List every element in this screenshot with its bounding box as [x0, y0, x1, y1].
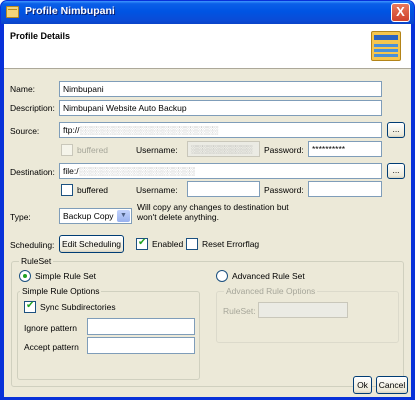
- page-title: Profile Details: [10, 31, 71, 41]
- source-buffered-label: buffered: [77, 145, 109, 155]
- source-username-label: Username:: [136, 145, 178, 155]
- type-description-line2: won't delete anything.: [137, 212, 219, 222]
- advanced-rule-set-radio[interactable]: [216, 270, 228, 282]
- destination-browse-button[interactable]: ...: [387, 163, 405, 179]
- destination-password-label: Password:: [264, 185, 304, 195]
- simple-rule-set-label: Simple Rule Set: [35, 271, 96, 281]
- source-obscured: ░░░░░░░░░░░░░░░░░░░░░░░░░: [79, 125, 219, 135]
- accept-pattern-field[interactable]: [87, 337, 195, 354]
- profile-dialog: Profile Nimbupani X Profile Details Name…: [0, 0, 415, 400]
- reset-errorflag-label: Reset Errorflag: [202, 239, 260, 249]
- source-field[interactable]: ftp://░░░░░░░░░░░░░░░░░░░░░░░░░: [59, 122, 382, 138]
- source-browse-button[interactable]: ...: [387, 122, 405, 138]
- destination-password-field[interactable]: [308, 181, 382, 197]
- type-label: Type:: [10, 212, 31, 222]
- advanced-rule-options-legend: Advanced Rule Options: [224, 286, 318, 296]
- source-password-label: Password:: [264, 145, 304, 155]
- source-value: ftp://: [63, 125, 80, 135]
- destination-username-field[interactable]: [187, 181, 260, 197]
- close-button[interactable]: X: [391, 3, 410, 22]
- cancel-button[interactable]: Cancel: [376, 376, 408, 394]
- type-select-value: Backup Copy: [63, 211, 114, 221]
- destination-buffered-label: buffered: [77, 185, 109, 195]
- accept-pattern-label: Accept pattern: [24, 342, 79, 352]
- source-username-field[interactable]: ░░░░░░░░░░░: [187, 141, 260, 157]
- sync-subdirectories-label: Sync Subdirectories: [40, 302, 116, 312]
- name-label: Name:: [10, 84, 36, 94]
- source-password-field[interactable]: **********: [308, 141, 382, 157]
- destination-field[interactable]: file:/░░░░░░░░░░░░░░░░░░░░░: [59, 163, 382, 179]
- enabled-checkbox[interactable]: [136, 237, 148, 250]
- profile-window-icon: [6, 6, 19, 18]
- chevron-down-icon[interactable]: ▼: [117, 210, 130, 222]
- scheduling-label: Scheduling:: [10, 240, 55, 250]
- sync-subdirectories-checkbox[interactable]: [24, 300, 36, 313]
- ruleset-legend: RuleSet: [19, 256, 54, 266]
- enabled-label: Enabled: [152, 239, 184, 249]
- description-label: Description:: [10, 103, 55, 113]
- dialog-body: Profile Details Name: Nimbupani Descript…: [4, 24, 411, 397]
- advanced-ruleset-label: RuleSet:: [223, 306, 256, 316]
- simple-rule-set-radio[interactable]: [19, 270, 31, 282]
- ignore-pattern-field[interactable]: [87, 318, 195, 335]
- destination-obscured: ░░░░░░░░░░░░░░░░░░░░░: [78, 166, 195, 176]
- destination-value: file:/: [63, 166, 79, 176]
- source-username-obscured: ░░░░░░░░░░░: [191, 144, 252, 154]
- ignore-pattern-label: Ignore pattern: [24, 323, 77, 333]
- advanced-rule-set-label: Advanced Rule Set: [232, 271, 305, 281]
- name-field[interactable]: Nimbupani: [59, 81, 382, 97]
- window-title: Profile Nimbupani: [25, 5, 115, 17]
- header-panel: Profile Details: [4, 24, 411, 69]
- simple-rule-options-legend: Simple Rule Options: [20, 286, 102, 296]
- reset-errorflag-checkbox[interactable]: [186, 238, 198, 250]
- advanced-ruleset-field[interactable]: [258, 302, 348, 318]
- title-bar[interactable]: Profile Nimbupani X: [1, 1, 414, 24]
- ok-button[interactable]: Ok: [353, 376, 372, 394]
- destination-label: Destination:: [10, 167, 55, 177]
- source-buffered-checkbox[interactable]: [61, 144, 73, 156]
- type-select[interactable]: Backup Copy ▼: [59, 208, 132, 224]
- destination-username-label: Username:: [136, 185, 178, 195]
- close-icon: X: [396, 4, 405, 19]
- destination-buffered-checkbox[interactable]: [61, 184, 73, 196]
- source-label: Source:: [10, 126, 40, 136]
- description-field[interactable]: Nimbupani Website Auto Backup: [59, 100, 382, 116]
- profile-details-icon: [371, 31, 401, 61]
- edit-scheduling-button[interactable]: Edit Scheduling: [59, 235, 124, 253]
